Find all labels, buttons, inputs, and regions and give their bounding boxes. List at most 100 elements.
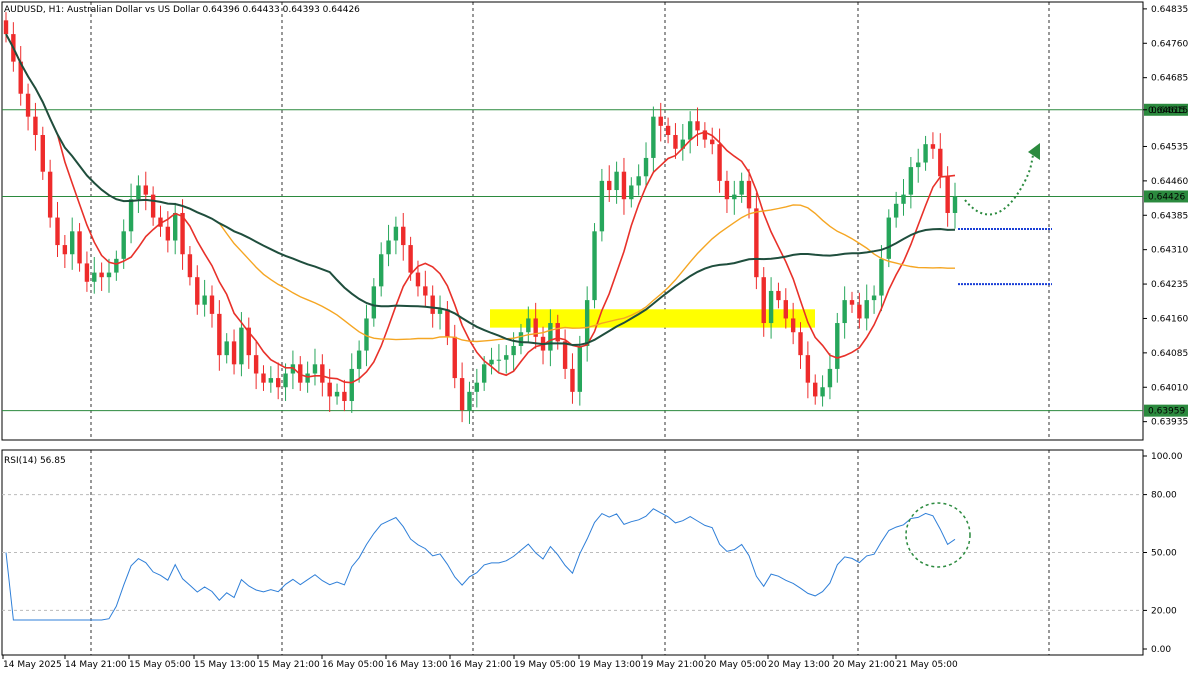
- candle-body: [908, 167, 914, 195]
- candle-body: [474, 382, 480, 392]
- candle-body: [121, 231, 126, 259]
- candle-body: [386, 240, 391, 255]
- candle-body: [592, 231, 597, 301]
- ma-slow-line: [5, 33, 956, 347]
- moving-averages: [5, 33, 956, 384]
- candle-body: [621, 171, 627, 200]
- price-tick-label: 0.64685: [1151, 74, 1188, 84]
- rsi-tick-label: 0.00: [1151, 645, 1171, 655]
- candle-body: [923, 144, 928, 163]
- candle-body: [783, 300, 788, 319]
- candle-body: [327, 382, 332, 397]
- candle-body: [570, 368, 575, 392]
- candle-body: [879, 258, 884, 296]
- price-tick-label: 0.64085: [1151, 349, 1188, 359]
- candle-body: [710, 139, 715, 145]
- candle-body: [305, 373, 310, 383]
- candle-body: [217, 313, 222, 356]
- candle-body: [25, 93, 31, 117]
- chart-title: AUDUSD, H1: Australian Dollar vs US Doll…: [4, 5, 360, 15]
- candle-body: [128, 199, 134, 232]
- axes: 0.64835 0.64760 0.64685 0.64615 0.64535 0.644…: [2, 5, 1188, 670]
- chart-canvas: 0.64615 0.64426 0.63959 0.64835 0.64760 0.64…: [1, 1, 1188, 670]
- candle-body: [408, 245, 413, 273]
- candle-body: [732, 194, 737, 200]
- candle-body: [930, 144, 936, 149]
- candle-body: [84, 263, 90, 282]
- time-tick-label: 20 May 05:00: [705, 660, 767, 670]
- candle-body: [231, 341, 237, 365]
- candle-body: [952, 196, 958, 213]
- demand-zone-rect: [490, 309, 815, 328]
- ma-mid-line: [5, 33, 955, 343]
- price-tick-label: 0.64615: [1151, 106, 1188, 116]
- price-tick-label: 0.64835: [1151, 5, 1188, 15]
- candle-body: [202, 295, 207, 305]
- candle-body: [761, 277, 766, 324]
- candle-body: [106, 272, 112, 278]
- candle-body: [871, 295, 877, 301]
- candle-body: [636, 176, 641, 186]
- candle-body: [938, 148, 943, 177]
- time-tick-label: 20 May 21:00: [833, 660, 895, 670]
- candle-body: [805, 355, 811, 383]
- candle-body: [489, 359, 494, 365]
- candle-body: [518, 332, 524, 346]
- rsi-tick-label: 20.00: [1151, 606, 1177, 616]
- rsi-line: [5, 508, 956, 621]
- candle-body: [33, 116, 38, 136]
- time-tick-label: 21 May 05:00: [896, 660, 958, 670]
- candle-body: [99, 272, 104, 278]
- price-tick-label: 0.64460: [1151, 177, 1188, 187]
- rsi-tick-label: 80.00: [1151, 491, 1177, 501]
- candle-body: [423, 286, 428, 296]
- candle-body: [665, 125, 671, 136]
- candle-body: [114, 258, 119, 273]
- candle-body: [790, 318, 796, 333]
- candle-body: [813, 382, 818, 397]
- candle-body: [40, 135, 45, 172]
- candle-body: [504, 355, 509, 360]
- candle-body: [356, 350, 362, 369]
- candle-body: [62, 245, 68, 255]
- candle-body: [261, 373, 266, 383]
- time-tick-label: 19 May 13:00: [579, 660, 641, 670]
- price-tick-label: 0.64760: [1151, 39, 1188, 49]
- candle-body: [835, 323, 840, 369]
- time-tick-label: 15 May 21:00: [258, 660, 320, 670]
- candle-body: [342, 391, 347, 402]
- candle-body: [754, 208, 759, 278]
- candle-body: [511, 345, 516, 356]
- candle-body: [430, 295, 435, 314]
- candle-body: [651, 116, 656, 158]
- candle-body: [717, 144, 722, 181]
- candle-body: [724, 180, 730, 200]
- candle-body: [283, 373, 288, 388]
- rsi-title: RSI(14) 56.85: [4, 456, 66, 466]
- candle-body: [275, 378, 281, 388]
- ma-fast-line: [5, 33, 956, 384]
- candle-body: [746, 180, 752, 209]
- candle-body: [437, 309, 443, 314]
- candle-body: [827, 368, 833, 388]
- rsi-panel: [2, 494, 1143, 621]
- time-tick-label: 14 May 21:00: [65, 660, 127, 670]
- price-tick-label: 0.64160: [1151, 314, 1188, 324]
- candle-body: [695, 121, 700, 131]
- candle-body: [187, 254, 193, 278]
- time-tick-label: 20 May 13:00: [768, 660, 830, 670]
- forecast-arrowhead: [1028, 143, 1040, 160]
- rsi-tick-label: 50.00: [1151, 549, 1177, 559]
- candle-body: [820, 387, 825, 397]
- candle-body: [371, 286, 377, 319]
- candle-body: [401, 226, 406, 246]
- candle-body: [776, 290, 781, 301]
- time-tick-label: 14 May 2025: [3, 660, 62, 670]
- candle-body: [150, 194, 156, 218]
- price-label: 0.63959: [1148, 407, 1185, 417]
- price-label: 0.64426: [1148, 192, 1185, 202]
- time-tick-label: 19 May 05:00: [514, 660, 576, 670]
- candle-body: [548, 323, 553, 351]
- rsi-tick-label: 100.00: [1151, 452, 1183, 462]
- candle-body: [320, 364, 325, 383]
